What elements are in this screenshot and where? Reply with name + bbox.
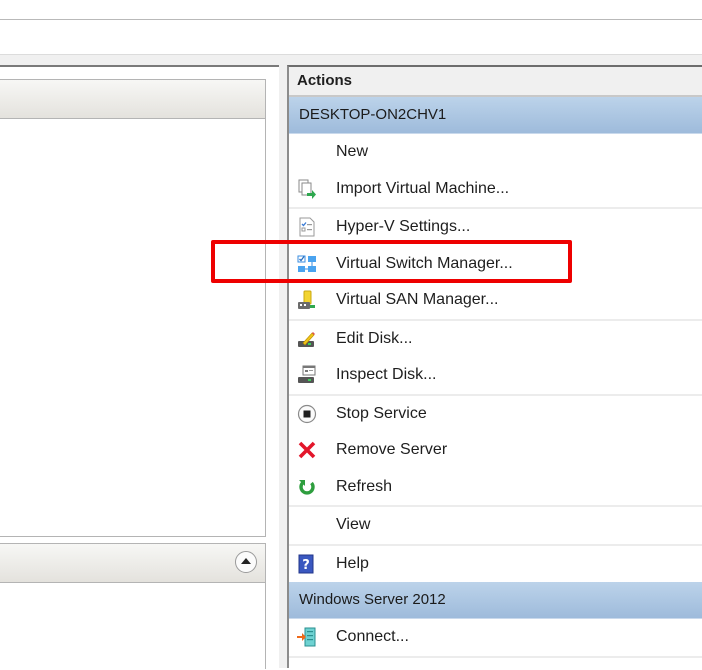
virtual-machines-panel-header (0, 80, 265, 119)
action-label: Help (336, 554, 369, 572)
action-refresh[interactable]: Refresh (289, 469, 702, 507)
actions-pane-title: Actions (289, 67, 702, 97)
collapse-button[interactable] (235, 551, 257, 573)
action-label: Hyper-V Settings... (336, 218, 471, 236)
action-edit-disk[interactable]: Edit Disk... (289, 321, 702, 358)
action-new[interactable]: New (289, 134, 702, 171)
action-label: Connect... (336, 628, 409, 646)
action-label: New (336, 143, 369, 161)
action-label: Virtual Switch Manager... (336, 254, 513, 272)
action-view[interactable]: View (289, 507, 702, 546)
settings-document-icon (297, 217, 317, 237)
import-vm-icon (297, 179, 317, 199)
action-inspect-disk[interactable]: Inspect Disk... (289, 357, 702, 396)
blank-icon (297, 515, 317, 535)
group-header-host[interactable]: DESKTOP-ON2CHV1 (289, 97, 702, 134)
inspect-disk-icon (297, 365, 317, 385)
action-virtual-san-manager[interactable]: Virtual SAN Manager... (289, 282, 702, 321)
action-stop-service[interactable]: Stop Service (289, 396, 702, 433)
toolbar-area (0, 20, 702, 54)
action-label: Virtual SAN Manager... (336, 291, 499, 309)
blank-icon (297, 142, 317, 162)
help-icon: ? (297, 554, 317, 574)
action-label: Stop Service (336, 404, 427, 422)
pane-splitter[interactable] (279, 65, 287, 668)
action-label: View (336, 516, 371, 534)
action-connect[interactable]: Connect... (289, 619, 702, 658)
action-virtual-switch-manager[interactable]: Virtual Switch Manager... (289, 246, 702, 283)
details-panel-header (0, 544, 265, 583)
details-panel (0, 543, 266, 669)
action-label: Edit Disk... (336, 329, 413, 347)
group-header-vm[interactable]: Windows Server 2012 (289, 582, 702, 619)
red-x-icon (297, 440, 317, 460)
action-label: Remove Server (336, 441, 448, 459)
action-hyper-v-settings[interactable]: Hyper-V Settings... (289, 209, 702, 246)
action-label: Inspect Disk... (336, 366, 437, 384)
san-storage-icon (297, 290, 317, 310)
refresh-icon (297, 477, 317, 497)
connect-icon (297, 627, 317, 647)
action-import-virtual-machine[interactable]: Import Virtual Machine... (289, 171, 702, 209)
actions-pane: Actions DESKTOP-ON2CHV1 New Import Virtu… (287, 65, 702, 668)
action-remove-server[interactable]: Remove Server (289, 432, 702, 469)
action-help[interactable]: ? Help (289, 546, 702, 583)
edit-disk-icon (297, 329, 317, 349)
svg-text:?: ? (302, 558, 310, 573)
top-strip (0, 0, 702, 19)
action-label: Import Virtual Machine... (336, 179, 510, 197)
network-switch-icon (297, 254, 317, 274)
virtual-machines-panel (0, 79, 266, 537)
stop-circle-icon (297, 404, 317, 424)
action-label: Refresh (336, 477, 393, 495)
